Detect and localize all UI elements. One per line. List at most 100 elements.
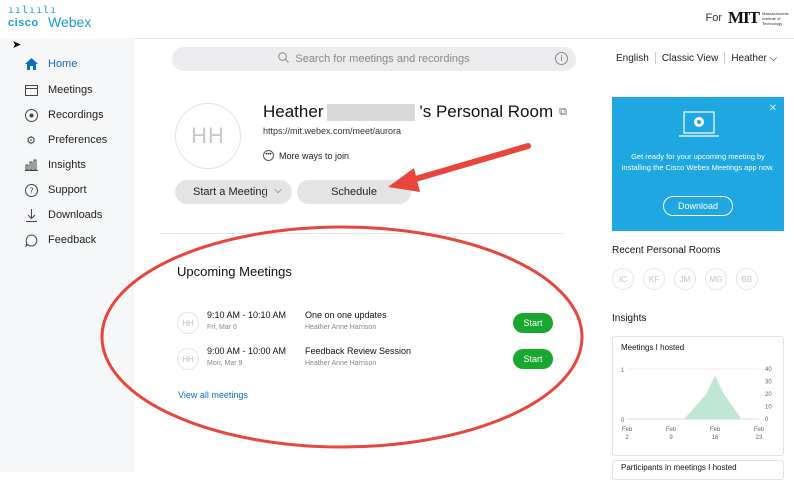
chart-x-tick-label: 9 bbox=[669, 435, 673, 441]
nav-separator bbox=[654, 52, 656, 64]
meeting-date: Fri, Mar 6 bbox=[207, 324, 237, 331]
start-button[interactable]: Start bbox=[513, 313, 553, 333]
chart-x-tick-label: Feb bbox=[754, 427, 765, 433]
search-bar[interactable]: Search for meetings and recordings i bbox=[172, 47, 576, 71]
record-icon bbox=[24, 108, 38, 122]
mit-text: Massachusetts Institute of Technology bbox=[762, 10, 789, 26]
webex-wordmark: Webex bbox=[48, 14, 92, 30]
avatar[interactable]: IC bbox=[612, 268, 634, 290]
chart-right-tick-label: 20 bbox=[765, 392, 772, 398]
start-button[interactable]: Start bbox=[513, 349, 553, 369]
chart-right-tick-label: 40 bbox=[765, 367, 772, 373]
section-divider bbox=[160, 233, 565, 234]
list-item[interactable]: HH 9:00 AM - 10:00 AM Mon, Mar 9 Feedbac… bbox=[177, 346, 567, 376]
top-bar: ıılıılı cisco Webex For MIT Massachusett… bbox=[0, 0, 794, 38]
avatar[interactable]: JM bbox=[674, 268, 696, 290]
for-label: For bbox=[705, 12, 723, 24]
view-all-meetings-link[interactable]: View all meetings bbox=[178, 390, 248, 400]
participants-card[interactable]: Participants in meetings I hosted bbox=[612, 460, 784, 480]
copy-icon[interactable]: ⧉ bbox=[559, 106, 567, 119]
sidebar-item-label: Home bbox=[48, 58, 78, 70]
chevron-down-icon[interactable]: ⌵ bbox=[274, 185, 282, 196]
chart-right-tick-label: 0 bbox=[765, 417, 769, 423]
meeting-host: Heather Anne Harrison bbox=[305, 324, 377, 331]
sidebar-item-preferences[interactable]: ⚙ Preferences bbox=[24, 130, 107, 150]
chart-x-tick-label: 23 bbox=[756, 435, 763, 441]
user-name: Heather bbox=[731, 52, 767, 64]
avatar[interactable]: MG bbox=[705, 268, 727, 290]
redacted-name bbox=[327, 103, 416, 121]
nav-separator bbox=[724, 52, 726, 64]
chart-x-tick-label: 16 bbox=[712, 435, 719, 441]
sidebar-item-label: Feedback bbox=[48, 234, 97, 246]
sidebar-item-label: Downloads bbox=[48, 209, 103, 221]
cisco-wordmark: cisco bbox=[8, 17, 39, 29]
schedule-button[interactable]: Schedule bbox=[297, 180, 411, 204]
sidebar-item-recordings[interactable]: Recordings bbox=[24, 105, 104, 125]
avatar[interactable]: BB bbox=[736, 268, 758, 290]
info-icon[interactable]: i bbox=[555, 52, 568, 65]
sidebar-item-label: Recordings bbox=[48, 109, 104, 121]
bar-chart-icon bbox=[24, 158, 38, 172]
chart-right-tick-label: 30 bbox=[765, 380, 772, 386]
meeting-time: 9:10 AM - 10:10 AM bbox=[207, 310, 287, 320]
card-title: Meetings I hosted bbox=[621, 343, 685, 352]
language-selector[interactable]: English bbox=[616, 53, 649, 64]
top-divider bbox=[134, 38, 794, 39]
recent-rooms-heading: Recent Personal Rooms bbox=[612, 245, 721, 256]
chart-left-tick-label: 1 bbox=[621, 368, 625, 374]
chart-x-tick-label: Feb bbox=[710, 427, 721, 433]
banner-message: Get ready for your upcoming meeting by i… bbox=[621, 152, 775, 172]
gear-icon: ⚙ bbox=[26, 134, 36, 147]
start-meeting-button[interactable]: Start a Meeting ⌵ bbox=[175, 180, 292, 204]
button-separator bbox=[265, 185, 266, 199]
card-title: Participants in meetings I hosted bbox=[621, 463, 737, 472]
mouse-cursor-icon: ➤ bbox=[12, 39, 22, 51]
room-title-suffix: 's Personal Room bbox=[419, 102, 554, 121]
search-input[interactable]: Search for meetings and recordings bbox=[295, 53, 469, 65]
meeting-date: Mon, Mar 9 bbox=[207, 360, 243, 367]
sidebar-item-label: Meetings bbox=[48, 84, 93, 96]
avatar: HH bbox=[177, 348, 199, 370]
download-icon bbox=[24, 208, 38, 222]
sidebar-item-label: Support bbox=[48, 184, 87, 196]
chart-x-tick-label: Feb bbox=[622, 427, 633, 433]
cisco-webex-logo[interactable]: ıılıılı cisco Webex bbox=[8, 6, 98, 34]
sidebar-item-label: Insights bbox=[48, 159, 86, 171]
chart-area-series bbox=[627, 375, 759, 419]
search-icon bbox=[278, 52, 290, 66]
org-branding: For MIT Massachusetts Institute of Techn… bbox=[706, 8, 791, 28]
sidebar-item-label: Preferences bbox=[48, 134, 108, 146]
sidebar-item-meetings[interactable]: Meetings bbox=[24, 80, 93, 100]
sidebar-item-insights[interactable]: Insights bbox=[24, 155, 86, 175]
upcoming-meetings-heading: Upcoming Meetings bbox=[177, 264, 292, 279]
classic-view-link[interactable]: Classic View bbox=[662, 53, 719, 64]
meetings-hosted-card[interactable]: Meetings I hosted 1 0 40 30 20 10 0 Feb 2 Feb 9 Feb… bbox=[612, 336, 784, 456]
room-url[interactable]: https://mit.webex.com/meet/aurora bbox=[263, 126, 401, 136]
meeting-time: 9:00 AM - 10:00 AM bbox=[207, 346, 287, 356]
sidebar-item-downloads[interactable]: Downloads bbox=[24, 205, 102, 225]
meeting-name[interactable]: One on one updates bbox=[305, 310, 387, 320]
download-button[interactable]: Download bbox=[663, 196, 733, 216]
sidebar-item-feedback[interactable]: Feedback bbox=[24, 230, 96, 250]
sidebar-item-support[interactable]: ? Support bbox=[24, 180, 87, 200]
sidebar-item-home[interactable]: Home bbox=[24, 54, 77, 74]
help-icon: ? bbox=[24, 183, 38, 197]
sidebar bbox=[0, 38, 134, 472]
start-meeting-label: Start a Meeting bbox=[193, 186, 268, 198]
mit-logo: MIT Massachusetts Institute of Technolog… bbox=[728, 8, 790, 28]
close-icon[interactable]: ✕ bbox=[769, 103, 777, 114]
more-ways-label: More ways to join bbox=[279, 150, 350, 161]
feedback-icon bbox=[24, 233, 38, 247]
meetings-hosted-chart: 10403020100Feb2Feb9Feb16Feb23 bbox=[621, 367, 772, 441]
user-menu[interactable]: Heather ⌵ bbox=[731, 53, 777, 64]
list-item[interactable]: HH 9:10 AM - 10:10 AM Fri, Mar 6 One on … bbox=[177, 310, 567, 340]
meeting-name[interactable]: Feedback Review Session bbox=[305, 346, 411, 356]
meeting-host: Heather Anne Harrison bbox=[305, 360, 377, 367]
laptop-icon bbox=[679, 111, 719, 137]
download-app-banner: ✕ Get ready for your upcoming meeting by… bbox=[612, 97, 784, 231]
calendar-icon bbox=[24, 83, 38, 97]
insights-heading: Insights bbox=[612, 313, 647, 324]
avatar[interactable]: KF bbox=[643, 268, 665, 290]
more-ways-to-join-link[interactable]: ••• More ways to join bbox=[263, 150, 349, 161]
